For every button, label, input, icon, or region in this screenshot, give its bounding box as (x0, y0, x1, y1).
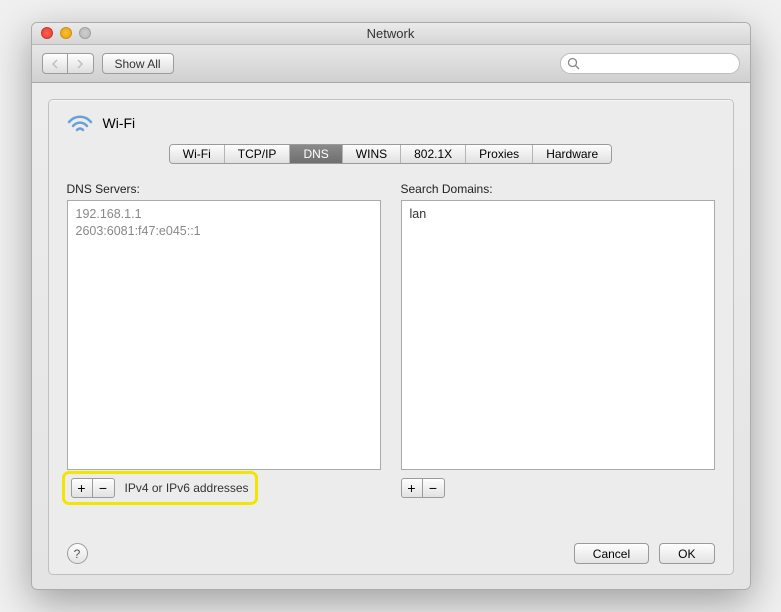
dns-servers-list[interactable]: 192.168.1.1 2603:6081:f47:e045::1 (67, 200, 381, 470)
dns-hint-label: IPv4 or IPv6 addresses (125, 481, 249, 495)
ok-button[interactable]: OK (659, 543, 714, 564)
domain-add-button[interactable]: + (401, 478, 423, 498)
network-preferences-window: Network Show All Wi- (31, 22, 751, 590)
wifi-icon (67, 112, 93, 134)
show-all-button[interactable]: Show All (102, 53, 174, 74)
toolbar: Show All (32, 45, 750, 83)
search-domains-label: Search Domains: (401, 182, 715, 196)
interface-name: Wi-Fi (103, 115, 136, 131)
tab-dns[interactable]: DNS (290, 145, 342, 163)
dns-servers-label: DNS Servers: (67, 182, 381, 196)
search-domains-column: Search Domains: lan + − (401, 182, 715, 500)
close-window-button[interactable] (41, 27, 53, 39)
dns-add-button[interactable]: + (71, 478, 93, 498)
domain-remove-button[interactable]: − (423, 478, 445, 498)
dns-entry[interactable]: 192.168.1.1 (76, 206, 372, 223)
titlebar: Network (32, 23, 750, 45)
tab-tcpip[interactable]: TCP/IP (225, 145, 291, 163)
dns-entry[interactable]: 2603:6081:f47:e045::1 (76, 223, 372, 240)
window-title: Network (367, 26, 415, 41)
tab-wifi[interactable]: Wi-Fi (170, 145, 225, 163)
chevron-right-icon (76, 59, 84, 69)
search-icon (567, 57, 580, 70)
dns-remove-button[interactable]: − (93, 478, 115, 498)
dns-controls-highlight: + − IPv4 or IPv6 addresses (67, 476, 253, 500)
search-domain-entry[interactable]: lan (410, 206, 706, 223)
search-field[interactable] (560, 53, 740, 74)
back-button[interactable] (42, 53, 68, 74)
dns-column: DNS Servers: 192.168.1.1 2603:6081:f47:e… (67, 182, 381, 500)
show-all-label: Show All (115, 57, 161, 71)
chevron-left-icon (51, 59, 59, 69)
tabs: Wi-Fi TCP/IP DNS WINS 802.1X Proxies Har… (67, 144, 715, 164)
cancel-button[interactable]: Cancel (574, 543, 649, 564)
columns: DNS Servers: 192.168.1.1 2603:6081:f47:e… (67, 182, 715, 500)
interface-header: Wi-Fi (67, 112, 715, 134)
tab-8021x[interactable]: 802.1X (401, 145, 466, 163)
forward-button[interactable] (68, 53, 94, 74)
search-domains-list[interactable]: lan (401, 200, 715, 470)
zoom-window-button[interactable] (79, 27, 91, 39)
tab-wins[interactable]: WINS (343, 145, 401, 163)
content-panel: Wi-Fi Wi-Fi TCP/IP DNS WINS 802.1X Proxi… (48, 99, 734, 575)
nav-segment (42, 53, 94, 74)
footer: ? Cancel OK (67, 543, 715, 564)
tab-hardware[interactable]: Hardware (533, 145, 611, 163)
minimize-window-button[interactable] (60, 27, 72, 39)
traffic-lights (41, 27, 91, 39)
tab-proxies[interactable]: Proxies (466, 145, 533, 163)
help-button[interactable]: ? (67, 543, 88, 564)
